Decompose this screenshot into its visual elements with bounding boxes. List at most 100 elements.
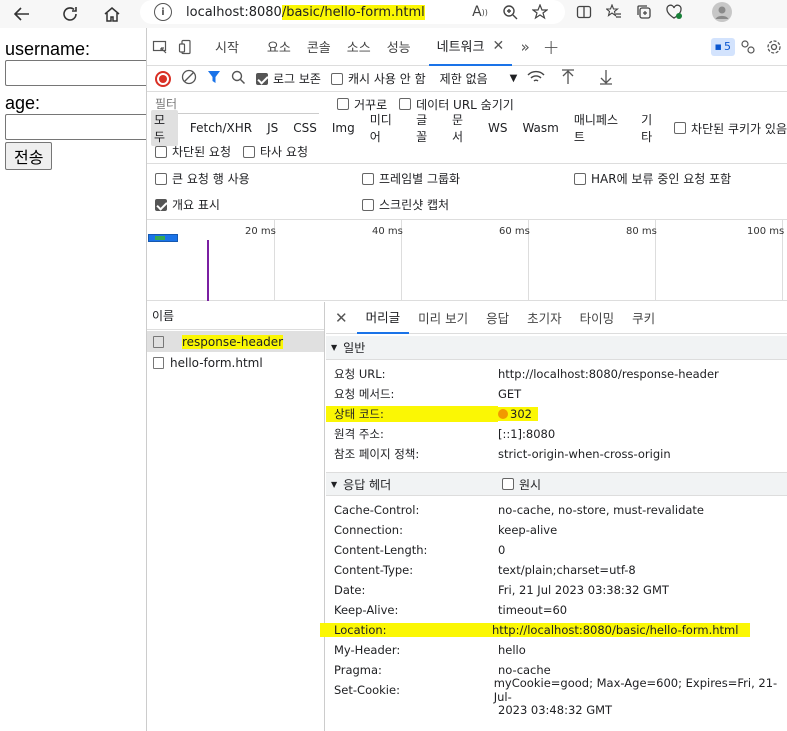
- age-input[interactable]: [5, 114, 151, 140]
- search-icon[interactable]: [231, 70, 246, 88]
- close-detail-icon[interactable]: ✕: [326, 302, 357, 334]
- network-overview-timeline[interactable]: 20 ms 40 ms 60 ms 80 ms 100 ms: [147, 219, 787, 301]
- raw-checkbox[interactable]: 원시: [502, 476, 541, 493]
- type-all[interactable]: 모두: [151, 110, 178, 146]
- tab-sources[interactable]: 소스: [339, 28, 379, 66]
- disable-cache-checkbox[interactable]: 캐시 사용 안 함: [330, 70, 426, 87]
- request-detail-panel: ✕ 머리글 미리 보기 응답 초기자 타이밍 쿠키 ▼ 일반 요청 URL: ht…: [320, 302, 787, 731]
- invert-check: [337, 98, 349, 110]
- response-headers-title: 응답 헤더: [343, 477, 392, 492]
- status-code-row: 상태 코드: 302: [326, 404, 787, 424]
- big-rows-check: [155, 172, 167, 185]
- split-screen-icon[interactable]: [569, 0, 599, 24]
- read-aloud-icon[interactable]: A)): [465, 0, 495, 24]
- location-header-row: Location: http://localhost:8080/basic/hel…: [320, 620, 787, 640]
- third-party-checkbox[interactable]: 타사 요청: [243, 143, 308, 160]
- general-section-header[interactable]: ▼ 일반: [326, 336, 787, 360]
- response-headers-section-header[interactable]: ▼ 응답 헤더 원시: [326, 472, 787, 496]
- general-row: 참조 페이지 정책: strict-origin-when-cross-origi…: [334, 447, 671, 461]
- third-party-check: [243, 145, 256, 158]
- type-js[interactable]: JS: [264, 120, 281, 136]
- tab-performance[interactable]: 성능: [379, 28, 419, 66]
- export-icon[interactable]: [599, 69, 613, 88]
- close-tab-icon[interactable]: ✕: [492, 38, 504, 54]
- type-wasm[interactable]: Wasm: [519, 120, 561, 136]
- toolbar-right: A)): [465, 0, 737, 24]
- customize-icon[interactable]: [735, 28, 761, 66]
- disable-cache-check: [330, 72, 343, 85]
- response-header-rows: Cache-Control: no-cache, no-store, must-r…: [320, 496, 787, 720]
- big-rows-checkbox[interactable]: 큰 요청 행 사용: [155, 170, 250, 187]
- collections-icon[interactable]: [629, 0, 659, 24]
- tab-console[interactable]: 콘솔: [299, 28, 339, 66]
- import-icon[interactable]: [561, 69, 575, 88]
- tab-response[interactable]: 응답: [477, 302, 518, 334]
- blocked-requests-checkbox[interactable]: 차단된 요청: [155, 143, 231, 160]
- browser-essentials-icon[interactable]: [659, 0, 689, 24]
- issues-count: 5: [724, 40, 731, 53]
- throttle-value: 제한 없음: [439, 72, 488, 86]
- info-icon[interactable]: i: [154, 3, 172, 21]
- hello-form: username: age: 전송: [0, 38, 151, 170]
- type-manifest[interactable]: 매니페스트: [571, 110, 629, 146]
- type-css[interactable]: CSS: [290, 120, 320, 136]
- type-doc[interactable]: 문서: [449, 110, 476, 146]
- wifi-icon[interactable]: [527, 70, 545, 87]
- zoom-icon[interactable]: [495, 0, 525, 24]
- type-img[interactable]: Img: [329, 120, 358, 136]
- tab-timing[interactable]: 타이밍: [571, 302, 624, 334]
- tab-cookies[interactable]: 쿠키: [623, 302, 664, 334]
- tab-headers[interactable]: 머리글: [356, 302, 410, 334]
- age-label: age:: [5, 93, 41, 113]
- type-media[interactable]: 미디어: [367, 110, 404, 146]
- tab-start[interactable]: 시작: [207, 28, 247, 66]
- group-by-frame-checkbox[interactable]: 프레임별 그룹화: [362, 170, 460, 187]
- record-icon[interactable]: [155, 70, 171, 87]
- device-inspect-icon[interactable]: [147, 28, 173, 66]
- username-input[interactable]: [5, 60, 151, 86]
- filter-icon[interactable]: [207, 70, 221, 87]
- request-row[interactable]: hello-form.html: [147, 352, 324, 373]
- screenshots-checkbox[interactable]: 스크린샷 캡처: [362, 196, 449, 213]
- settings-gear-icon[interactable]: [761, 28, 787, 66]
- preserve-log-checkbox[interactable]: 로그 보존: [256, 70, 321, 87]
- request-row[interactable]: response-header: [147, 331, 324, 352]
- throttle-select[interactable]: 제한 없음 ▼: [440, 70, 518, 87]
- blocked-cookies-checkbox[interactable]: 차단된 쿠키가 있음: [674, 120, 787, 137]
- profile-avatar[interactable]: [707, 0, 737, 24]
- device-emulation-icon[interactable]: [173, 28, 199, 66]
- issues-badge[interactable]: ▪ 5: [710, 37, 735, 56]
- favorite-star-icon[interactable]: [525, 0, 555, 24]
- group-by-frame-check: [362, 172, 374, 185]
- add-tab-icon[interactable]: +: [538, 28, 564, 66]
- home-icon[interactable]: [98, 2, 126, 26]
- favorites-icon[interactable]: [599, 0, 629, 24]
- refresh-icon[interactable]: [56, 2, 84, 26]
- header-row: Content-Length: 0: [334, 543, 506, 557]
- header-row: Connection: keep-alive: [334, 523, 558, 537]
- tab-initiator[interactable]: 초기자: [518, 302, 571, 334]
- header-row: 2023 03:48:32 GMT: [498, 703, 613, 717]
- general-title: 일반: [343, 341, 366, 355]
- type-fetch-xhr[interactable]: Fetch/XHR: [187, 120, 255, 136]
- tab-preview[interactable]: 미리 보기: [409, 302, 477, 334]
- type-font[interactable]: 글꼴: [413, 110, 440, 146]
- type-ws[interactable]: WS: [485, 120, 510, 136]
- devtools-panel: 시작 요소 콘솔 소스 성능 네트워크 ✕ » + ▪ 5 로그 보존 캐시 사…: [146, 28, 787, 731]
- overview-check: [155, 198, 167, 211]
- load-marker: [207, 240, 209, 301]
- more-tabs-icon[interactable]: »: [512, 28, 538, 66]
- tab-network[interactable]: 네트워크 ✕: [428, 28, 513, 66]
- submit-button[interactable]: 전송: [5, 142, 53, 170]
- type-other[interactable]: 기타: [638, 110, 665, 146]
- timeline-label: 20 ms: [245, 226, 276, 237]
- back-icon[interactable]: [8, 2, 36, 26]
- timeline-label: 100 ms: [747, 226, 785, 237]
- har-keep-checkbox[interactable]: HAR에 보류 중인 요청 포함: [574, 170, 731, 187]
- clear-icon[interactable]: [181, 69, 197, 88]
- overview-checkbox[interactable]: 개요 표시: [155, 196, 220, 213]
- overview-label: 개요 표시: [172, 198, 220, 212]
- names-header[interactable]: 이름: [147, 302, 324, 330]
- har-keep-label: HAR에 보류 중인 요청 포함: [591, 172, 732, 186]
- tab-elements[interactable]: 요소: [259, 28, 299, 66]
